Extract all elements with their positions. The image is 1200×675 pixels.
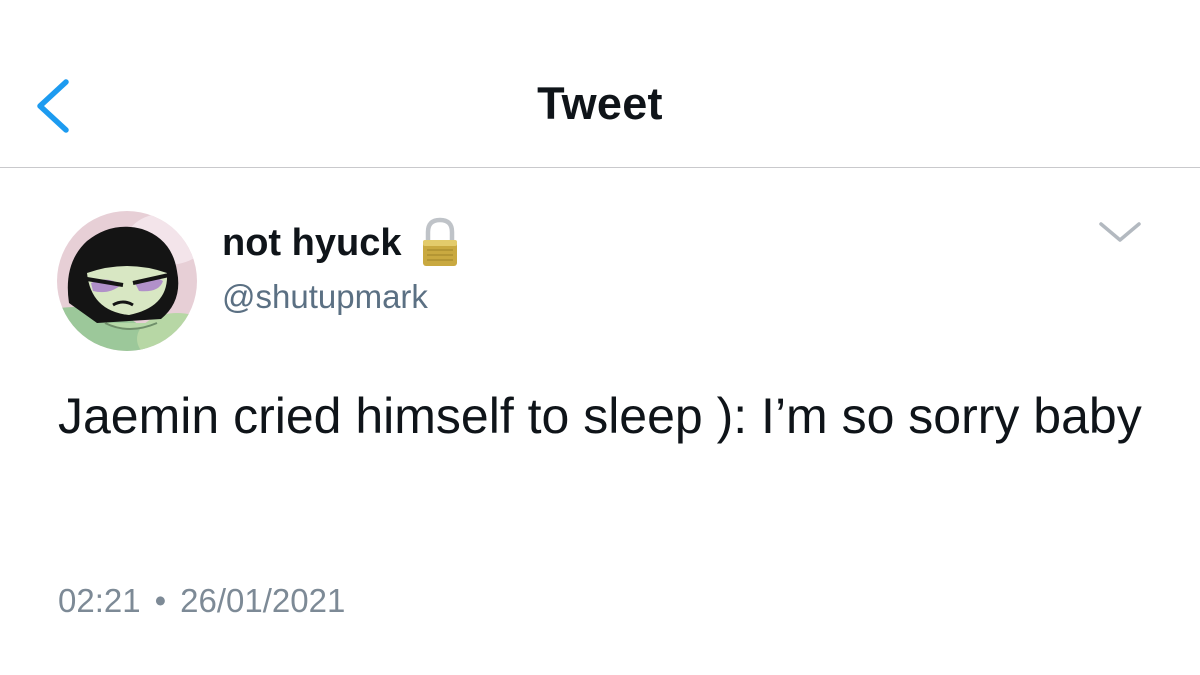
- tweet-timestamp: 02:21 • 26/01/2021: [58, 582, 345, 620]
- chevron-down-icon: [1099, 222, 1141, 242]
- tweet-time: 02:21: [58, 582, 141, 619]
- tweet-date: 26/01/2021: [180, 582, 346, 619]
- separator-dot: •: [154, 582, 167, 619]
- avatar[interactable]: [57, 211, 197, 351]
- more-options-button[interactable]: [1095, 216, 1145, 246]
- lock-icon: [423, 217, 458, 266]
- tweet-card: not hyuck @shutupmark Jaemin cried himse…: [0, 169, 1200, 675]
- user-handle[interactable]: @shutupmark: [222, 278, 428, 316]
- tweet-detail-screen: Tweet not hyuck @shutupmark Jaemin cried…: [0, 0, 1200, 675]
- display-name-row[interactable]: not hyuck: [222, 217, 461, 269]
- tweet-text: Jaemin cried himself to sleep ): I’m so …: [58, 388, 1142, 444]
- page-title: Tweet: [537, 78, 663, 129]
- navigation-bar: Tweet: [0, 0, 1200, 168]
- avatar-image: [57, 211, 197, 351]
- display-name: not hyuck: [222, 221, 402, 264]
